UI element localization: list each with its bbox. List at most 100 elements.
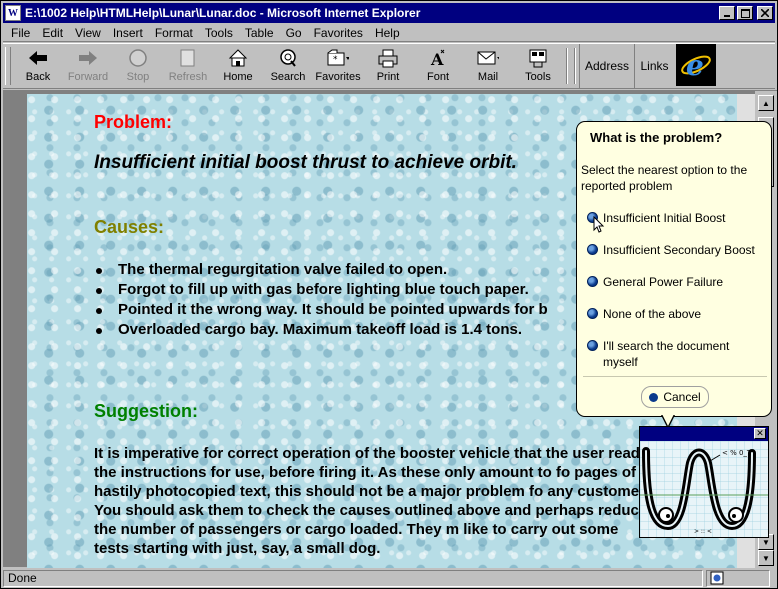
scroll-down-button-2[interactable]: ▼	[758, 550, 774, 566]
suggestion-heading: Suggestion:	[94, 401, 198, 421]
assistant-close-button[interactable]: ✕	[754, 428, 766, 439]
office-assistant-window[interactable]: ✕ < % 0_T > :: <	[639, 426, 769, 538]
toolbar: Back Forward Stop Refresh Home Search * …	[3, 43, 775, 89]
menu-view[interactable]: View	[69, 26, 107, 40]
search-button[interactable]: Search	[263, 44, 313, 86]
balloon-divider	[583, 376, 767, 377]
back-arrow-icon	[27, 47, 49, 69]
tools-button[interactable]: Tools	[513, 44, 563, 86]
option-label: Insufficient Secondary Boost	[603, 243, 755, 257]
home-label: Home	[223, 71, 253, 83]
svg-text:e: e	[686, 49, 704, 82]
menu-tools[interactable]: Tools	[199, 26, 239, 40]
menu-edit[interactable]: Edit	[36, 26, 69, 40]
cancel-label: Cancel	[663, 390, 701, 404]
option-label: General Power Failure	[603, 275, 724, 289]
favorites-button[interactable]: * Favorites	[313, 44, 363, 86]
assistant-balloon: What is the problem? Select the nearest …	[576, 121, 772, 417]
toolbar-separator	[566, 48, 568, 84]
refresh-button[interactable]: Refresh	[163, 44, 213, 86]
causes-heading: Causes:	[94, 217, 165, 237]
favorites-folder-icon: *	[327, 47, 349, 69]
home-icon	[227, 47, 249, 69]
svg-text:> :: <: > :: <	[694, 528, 712, 535]
stop-label: Stop	[126, 71, 150, 83]
problem-text: Insufficient initial boost thrust to ach…	[94, 152, 517, 173]
option-bullet-icon	[587, 308, 598, 319]
minimize-button[interactable]	[719, 6, 735, 20]
mail-label: Mail	[477, 71, 499, 83]
home-button[interactable]: Home	[213, 44, 263, 86]
zone-icon	[710, 571, 724, 585]
links-bar-label[interactable]: Links	[634, 44, 674, 88]
ie-logo: e	[676, 44, 716, 86]
close-button[interactable]	[757, 6, 773, 20]
back-button[interactable]: Back	[13, 44, 63, 86]
maximize-button[interactable]	[737, 6, 753, 20]
cause-item: Pointed it the wrong way. It should be p…	[94, 301, 548, 321]
document-icon: W	[5, 5, 21, 21]
menu-favorites[interactable]: Favorites	[308, 26, 369, 40]
balloon-tail-fill	[662, 414, 674, 426]
security-zone	[706, 569, 770, 587]
menu-go[interactable]: Go	[280, 26, 308, 40]
option-search-document[interactable]: I'll search the document myself	[587, 338, 767, 370]
print-label: Print	[376, 71, 400, 83]
stop-button[interactable]: Stop	[113, 44, 163, 86]
address-bar-label[interactable]: Address	[579, 44, 634, 88]
balloon-description: Select the nearest option to the reporte…	[581, 163, 748, 193]
mail-icon	[477, 47, 499, 69]
refresh-icon	[177, 47, 199, 69]
option-bullet-icon	[587, 276, 598, 287]
ie-e-icon: e	[681, 49, 711, 82]
option-bullet-icon	[587, 340, 598, 351]
causes-list: The thermal regurgitation valve failed t…	[94, 261, 548, 341]
mouse-cursor-icon	[593, 216, 605, 233]
print-button[interactable]: Print	[363, 44, 413, 86]
title-bar[interactable]: W E:\1002 Help\HTMLHelp\Lunar\Lunar.doc …	[3, 3, 775, 23]
status-text: Done	[3, 569, 703, 587]
svg-text:*: *	[333, 55, 338, 65]
font-label: Font	[426, 71, 449, 83]
menu-table[interactable]: Table	[239, 26, 280, 40]
cancel-bullet-icon	[649, 392, 659, 402]
search-icon	[277, 47, 299, 69]
option-general-power-failure[interactable]: General Power Failure	[587, 274, 771, 290]
option-none-of-the-above[interactable]: None of the above	[587, 306, 771, 322]
font-size-icon: A	[427, 47, 449, 69]
option-label: None of the above	[603, 307, 702, 321]
balloon-title: What is the problem?	[590, 130, 723, 145]
option-insufficient-initial-boost[interactable]: Insufficient Initial Boost	[587, 210, 771, 226]
menu-insert[interactable]: Insert	[107, 26, 149, 40]
cause-item: Forgot to fill up with gas before lighti…	[94, 281, 548, 301]
refresh-label: Refresh	[168, 71, 208, 83]
forward-label: Forward	[67, 71, 109, 83]
assistant-title-bar[interactable]: ✕	[640, 427, 768, 441]
forward-button[interactable]: Forward	[63, 44, 113, 86]
menu-format[interactable]: Format	[149, 26, 199, 40]
toolbar-separator	[574, 48, 576, 84]
maximize-icon	[740, 8, 750, 18]
cancel-button[interactable]: Cancel	[641, 386, 709, 408]
scroll-up-button[interactable]: ▲	[758, 95, 774, 111]
mail-button[interactable]: Mail	[463, 44, 513, 86]
printer-icon	[377, 47, 399, 69]
browser-window: W E:\1002 Help\HTMLHelp\Lunar\Lunar.doc …	[0, 0, 778, 589]
cause-item: The thermal regurgitation valve failed t…	[94, 261, 548, 281]
menu-help[interactable]: Help	[369, 26, 406, 40]
problem-heading: Problem:	[94, 112, 173, 132]
forward-arrow-icon	[77, 47, 99, 69]
menu-bar: File Edit View Insert Format Tools Table…	[3, 24, 775, 42]
menu-file[interactable]: File	[3, 26, 36, 40]
search-label: Search	[270, 71, 306, 83]
option-insufficient-secondary-boost[interactable]: Insufficient Secondary Boost	[587, 242, 771, 258]
back-label: Back	[25, 71, 51, 83]
suggestion-text: It is imperative for correct operation o…	[94, 445, 649, 557]
svg-text:< % 0_T: < % 0_T	[722, 449, 752, 457]
window-title: E:\1002 Help\HTMLHelp\Lunar\Lunar.doc - …	[25, 6, 421, 20]
option-label: I'll search the document myself	[603, 339, 730, 369]
toolbar-grip[interactable]	[5, 47, 11, 85]
favorites-label: Favorites	[315, 71, 361, 83]
font-button[interactable]: A Font	[413, 44, 463, 86]
status-bar: Done	[3, 568, 777, 588]
